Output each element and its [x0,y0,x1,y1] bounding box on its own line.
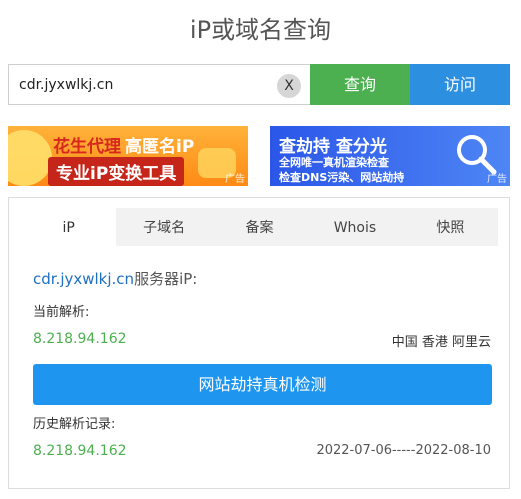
ad-brand: 花生代理 [53,137,121,157]
current-resolve-label: 当前解析: [33,305,90,320]
tab-snapshot[interactable]: 快照 [403,208,498,246]
history-ip[interactable]: 8.218.94.162 [33,443,127,459]
decoration-circle [8,130,52,186]
clear-button[interactable]: X [277,74,301,98]
result-title-suffix: 服务器iP: [134,270,198,288]
ad-label: 广告 [225,174,245,185]
search-input[interactable] [9,65,310,104]
ip-location: 中国 香港 阿里云 [391,335,491,350]
visit-button[interactable]: 访问 [410,64,510,105]
ad-subline-2: 检查DNS污染、网站劫持 [279,171,405,184]
search-bar: X 查询 访问 [8,64,510,105]
ad-label: 广告 [487,174,507,185]
history-label: 历史解析记录: [33,417,116,432]
page-title: iP或域名查询 [189,16,332,44]
tab-ip[interactable]: iP [21,208,117,246]
ad-headline: 花生代理 高匿名iP [53,132,194,157]
result-title: cdr.jyxwlkj.cn服务器iP: [33,268,197,289]
ad-subline: 专业iP变换工具 [48,157,185,186]
result-domain-link[interactable]: cdr.jyxwlkj.cn [33,270,134,288]
ad-banner-hijack-check[interactable]: 查劫持 查分光 全网唯一真机渲染检查 检查DNS污染、网站劫持 广告 [270,126,510,186]
history-date-range: 2022-07-06-----2022-08-10 [316,443,491,458]
result-panel: iP 子域名 备案 Whois 快照 cdr.jyxwlkj.cn服务器iP: … [8,197,510,489]
hijack-check-button[interactable]: 网站劫持真机检测 [33,364,492,405]
tab-bar: iP 子域名 备案 Whois 快照 [21,208,498,246]
tab-icp[interactable]: 备案 [212,208,307,246]
ad-subline: 全网唯一真机渲染检查 [279,156,389,169]
tab-subdomain[interactable]: 子域名 [116,208,211,246]
tab-whois[interactable]: Whois [307,208,402,246]
current-ip[interactable]: 8.218.94.162 [33,331,127,347]
query-button[interactable]: 查询 [310,64,410,105]
ad-banner-proxy[interactable]: 花生代理 高匿名iP 专业iP变换工具 广告 [8,126,248,186]
ad-slogan: 高匿名iP [125,137,195,157]
search-box: X [8,64,310,105]
